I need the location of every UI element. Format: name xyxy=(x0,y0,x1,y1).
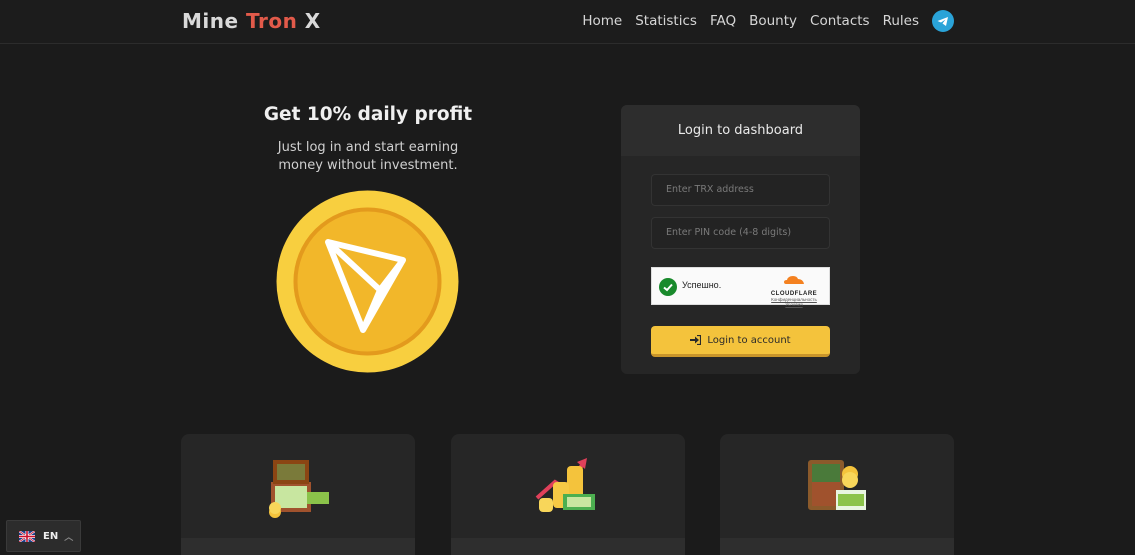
feature-card-wallet xyxy=(720,434,954,555)
captcha-status: Успешно. xyxy=(682,280,722,290)
trx-address-input[interactable]: Enter TRX address xyxy=(651,174,830,206)
main-nav: Home Statistics FAQ Bounty Contacts Rule… xyxy=(569,10,954,32)
cloudflare-captcha[interactable]: Успешно. CLOUDFLARE Конфиденциальность У… xyxy=(651,267,830,307)
language-selector[interactable]: EN ︿ xyxy=(6,520,81,552)
language-code: EN xyxy=(43,530,59,542)
logo-word-3: X xyxy=(304,9,321,33)
telegram-icon[interactable] xyxy=(932,10,954,32)
tron-coin-icon xyxy=(276,190,459,373)
money-briefcase-icon xyxy=(269,460,329,518)
uk-flag-icon xyxy=(19,530,35,542)
nav-rules[interactable]: Rules xyxy=(883,10,919,32)
logo-word-1: Mine xyxy=(182,9,239,33)
nav-home[interactable]: Home xyxy=(582,10,622,32)
hero-title: Get 10% daily profit xyxy=(263,104,473,125)
logo-word-2: Tron xyxy=(246,9,298,33)
wallet-money-icon xyxy=(808,460,866,510)
sign-in-icon xyxy=(690,335,702,345)
header: Mine Tron X Home Statistics FAQ Bounty C… xyxy=(0,0,1135,44)
nav-bounty[interactable]: Bounty xyxy=(749,10,797,32)
feature-card-growth xyxy=(451,434,685,555)
feature-card-briefcase xyxy=(181,434,415,555)
nav-contacts[interactable]: Contacts xyxy=(810,10,870,32)
login-card: Login to dashboard Enter TRX address Ent… xyxy=(621,105,860,374)
site-logo[interactable]: Mine Tron X xyxy=(182,9,321,33)
captcha-terms-link[interactable]: Условия xyxy=(767,302,821,307)
pin-code-input[interactable]: Enter PIN code (4-8 digits) xyxy=(651,217,830,249)
cloudflare-logo: CLOUDFLARE Конфиденциальность Условия xyxy=(767,272,821,307)
login-button-label: Login to account xyxy=(707,334,791,346)
hero-subtitle: Just log in and start earning money with… xyxy=(277,140,459,173)
check-icon xyxy=(659,278,677,296)
cloud-icon xyxy=(784,276,804,284)
login-button[interactable]: Login to account xyxy=(651,326,830,357)
login-card-title: Login to dashboard xyxy=(621,105,860,156)
growth-coins-icon xyxy=(535,458,595,512)
nav-statistics[interactable]: Statistics xyxy=(635,10,697,32)
nav-faq[interactable]: FAQ xyxy=(710,10,736,32)
chevron-up-icon: ︿ xyxy=(64,532,74,543)
